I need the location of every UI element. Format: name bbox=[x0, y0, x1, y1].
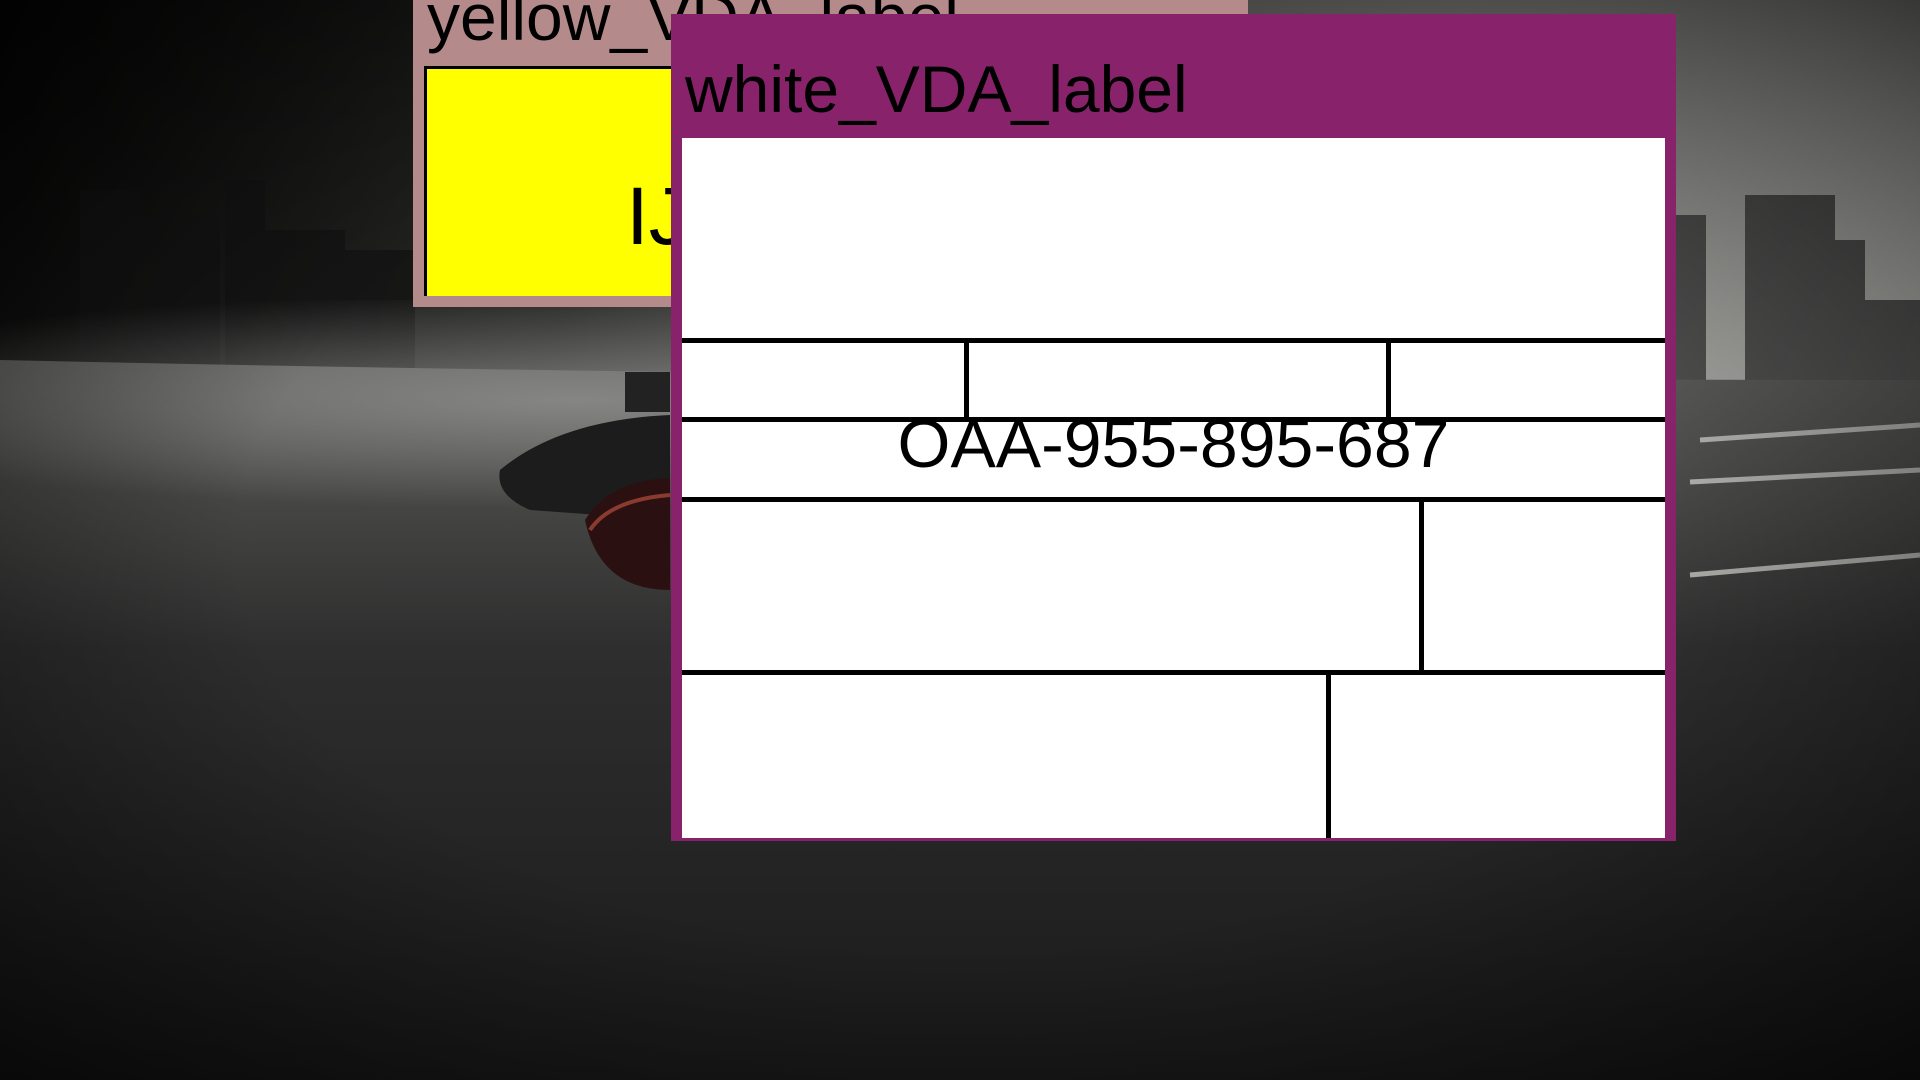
label-cell-divider-3 bbox=[1419, 497, 1424, 675]
label-divider-3 bbox=[682, 497, 1665, 502]
label-cell-divider-4 bbox=[1326, 670, 1331, 838]
white-vda-label-window[interactable]: white_VDA_label OAA-955-895-687 bbox=[671, 14, 1676, 841]
label-divider-4 bbox=[682, 670, 1665, 675]
label-code: OAA-955-895-687 bbox=[897, 406, 1450, 482]
white-window-titlebar[interactable]: white_VDA_label bbox=[671, 14, 1676, 130]
white-label-content: OAA-955-895-687 bbox=[682, 138, 1665, 838]
white-window-title: white_VDA_label bbox=[685, 52, 1188, 126]
label-divider-1 bbox=[682, 338, 1665, 343]
